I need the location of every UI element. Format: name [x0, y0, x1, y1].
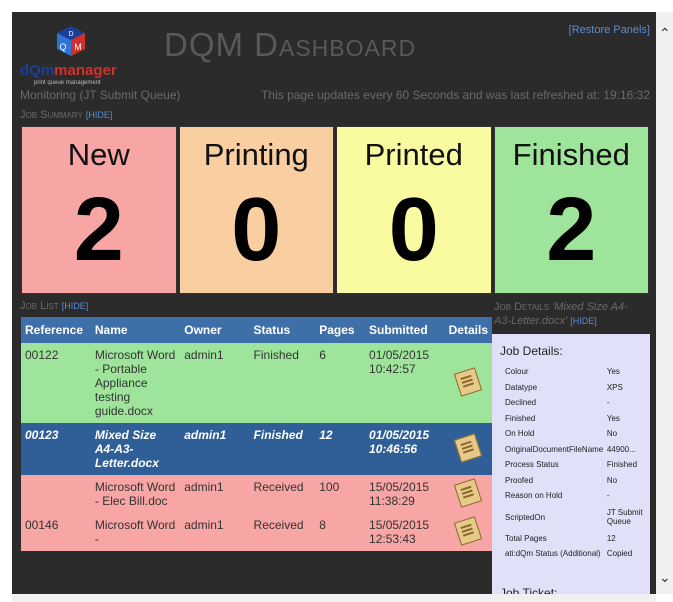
- browser-page: D Q M dQmmanager print queue management …: [0, 0, 673, 602]
- detail-row: Total Pages 12: [505, 533, 616, 543]
- cell-owner: admin1: [180, 513, 250, 551]
- cell-status: Received: [249, 475, 316, 513]
- tile-new-count: 2: [73, 180, 124, 280]
- job-list-heading: Job List [HIDE]: [20, 300, 89, 312]
- job-list-header-row: Reference Name Owner Status Pages Submit…: [21, 317, 492, 343]
- cell-pages: 8: [315, 513, 366, 551]
- detail-row: On Hold No: [505, 429, 618, 439]
- detail-row: Declined -: [505, 398, 610, 408]
- cell-reference: 00123: [21, 423, 91, 475]
- detail-row: Colour Yes: [505, 367, 620, 377]
- cell-owner: admin1: [180, 475, 250, 513]
- scroll-up-icon[interactable]: ⌃: [659, 26, 671, 40]
- dqm-logo: D Q M dQmmanager print queue management: [20, 22, 120, 88]
- job-details-panel: Job Details: Colour Yes Datatype XPS Decli…: [492, 334, 650, 594]
- job-ticket-title: Job Ticket:: [500, 586, 558, 594]
- tile-printing[interactable]: Printing 0: [178, 126, 334, 294]
- detail-row: Reason on Hold -: [505, 491, 610, 501]
- table-row[interactable]: 00122 Microsoft Word - Portable Applianc…: [21, 343, 492, 423]
- monitoring-text: Monitoring (JT Submit Queue): [20, 88, 181, 102]
- job-list-table: Reference Name Owner Status Pages Submit…: [21, 317, 492, 594]
- detail-row: Process Status Finished: [505, 460, 638, 470]
- cell-reference: 00122: [21, 343, 91, 423]
- col-details[interactable]: Details: [444, 317, 492, 343]
- detail-row: ScriptedOn JT Submit Queue: [505, 508, 643, 526]
- horizontal-scrollbar[interactable]: [12, 594, 656, 602]
- details-clipboard-icon[interactable]: [454, 477, 483, 508]
- detail-row: Datatype XPS: [505, 382, 623, 392]
- tile-printed-count: 0: [388, 180, 439, 280]
- detail-row: Proofed No: [505, 475, 618, 485]
- cell-status: Finished: [249, 343, 316, 423]
- restore-panels-link[interactable]: [Restore Panels]: [569, 24, 650, 36]
- cell-submitted: 15/05/2015 11:38:29: [365, 475, 445, 513]
- col-owner[interactable]: Owner: [180, 317, 250, 343]
- details-clipboard-icon[interactable]: [454, 366, 483, 397]
- tile-finished-count: 2: [546, 180, 597, 280]
- cell-details: [444, 423, 492, 475]
- cell-pages: 100: [315, 475, 366, 513]
- cell-name: Microsoft Word -: [90, 513, 181, 551]
- page-title: DQM Dashboard: [164, 26, 417, 63]
- cell-submitted: 01/05/2015 10:42:57: [365, 343, 445, 423]
- tile-printing-count: 0: [231, 180, 282, 280]
- svg-text:Q: Q: [59, 42, 66, 52]
- cell-details: [444, 475, 492, 513]
- cell-owner: admin1: [180, 343, 250, 423]
- refresh-text: This page updates every 60 Seconds and w…: [261, 88, 650, 102]
- details-clipboard-icon[interactable]: [454, 432, 483, 463]
- logo-cube-icon: D Q M: [57, 26, 85, 56]
- cell-name: Microsoft Word - Portable Appliance test…: [90, 343, 181, 423]
- job-details-hide-link[interactable]: [HIDE]: [570, 316, 597, 326]
- table-row[interactable]: 00146 Microsoft Word - admin1 Received 8…: [21, 513, 492, 551]
- cell-details: [444, 343, 492, 423]
- tile-new[interactable]: New 2: [21, 126, 177, 294]
- detail-row: Finished Yes: [505, 413, 620, 423]
- logo-tagline: print queue management: [34, 80, 101, 86]
- cell-name: Microsoft Word - Elec Bill.doc: [90, 475, 181, 513]
- col-reference[interactable]: Reference: [21, 317, 91, 343]
- tile-new-label: New: [67, 137, 130, 172]
- job-list-hide-link[interactable]: [HIDE]: [62, 301, 89, 311]
- col-status[interactable]: Status: [249, 317, 316, 343]
- cell-name: Mixed Size A4-A3-Letter.docx: [90, 423, 181, 475]
- cell-status: Received: [249, 513, 316, 551]
- tile-printing-label: Printing: [203, 137, 309, 172]
- cell-owner: admin1: [180, 423, 250, 475]
- job-summary-heading: Job Summary [HIDE]: [20, 109, 113, 121]
- job-details-title: Job Details:: [500, 344, 563, 358]
- table-row[interactable]: 00123 Mixed Size A4-A3-Letter.docx admin…: [21, 423, 492, 475]
- cell-details: [444, 513, 492, 551]
- svg-text:M: M: [74, 42, 82, 52]
- tile-printed[interactable]: Printed 0: [336, 126, 492, 294]
- job-summary-tiles: New 2 Printing 0 Printed 0 Finished 2: [21, 126, 649, 294]
- cell-status: Finished: [249, 423, 316, 475]
- vertical-scrollbar[interactable]: ⌃ ⌄: [656, 12, 673, 594]
- svg-text:D: D: [68, 31, 73, 38]
- cell-submitted: 15/05/2015 12:53:43: [365, 513, 445, 551]
- dashboard-frame: D Q M dQmmanager print queue management …: [12, 12, 656, 594]
- tile-printed-label: Printed: [364, 137, 463, 172]
- tile-finished-label: Finished: [512, 137, 630, 172]
- detail-row: ati:dQm Status (Additional) Copied: [505, 549, 633, 559]
- col-submitted[interactable]: Submitted: [365, 317, 445, 343]
- cell-reference: 00146: [21, 513, 91, 551]
- table-row[interactable]: Microsoft Word - Elec Bill.doc admin1 Re…: [21, 475, 492, 513]
- cell-submitted: 01/05/2015 10:46:56: [365, 423, 445, 475]
- logo-wordmark: dQmmanager: [20, 62, 117, 79]
- scroll-down-icon[interactable]: ⌄: [659, 570, 671, 584]
- job-details-heading: Job Details 'Mixed Size A4- A3-Letter.do…: [494, 301, 628, 327]
- cell-pages: 12: [315, 423, 366, 475]
- col-pages[interactable]: Pages: [315, 317, 366, 343]
- detail-row: OriginalDocumentFileName 44900...: [505, 444, 636, 454]
- job-summary-hide-link[interactable]: [HIDE]: [86, 110, 113, 120]
- cell-reference: [21, 475, 91, 513]
- col-name[interactable]: Name: [90, 317, 181, 343]
- tile-finished[interactable]: Finished 2: [493, 126, 649, 294]
- details-clipboard-icon[interactable]: [454, 515, 483, 546]
- cell-pages: 6: [315, 343, 366, 423]
